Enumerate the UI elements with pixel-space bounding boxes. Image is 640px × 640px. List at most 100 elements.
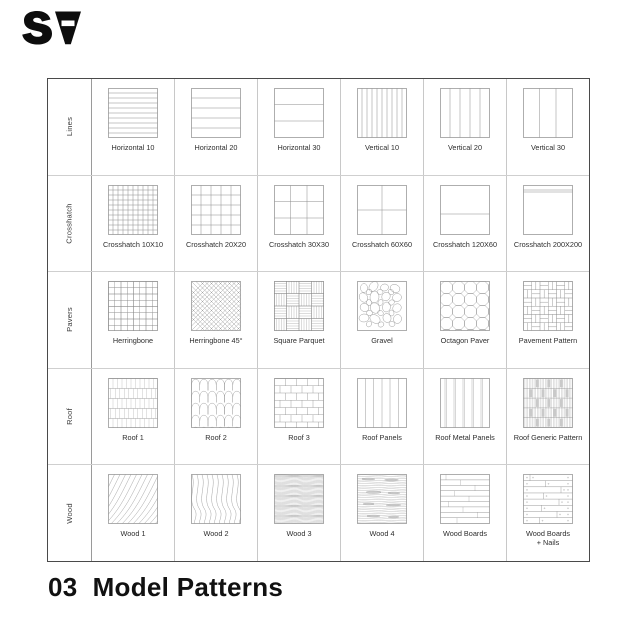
pattern-cell-horizontal-20[interactable]: Horizontal 20 <box>175 79 258 175</box>
pattern-caption: Vertical 20 <box>447 143 483 152</box>
pattern-caption: Roof Panels <box>362 432 402 442</box>
pattern-caption: Crosshatch 30X30 <box>268 239 330 249</box>
pattern-caption: Crosshatch 200X200 <box>513 239 583 249</box>
pattern-caption: Pavement Pattern <box>518 336 578 346</box>
pattern-caption: Wood 2 <box>203 529 229 539</box>
horizontal-30-swatch-icon <box>274 88 324 138</box>
crosshatch-20x20-swatch-icon <box>191 184 241 235</box>
pattern-row: Pavers Herringbone Herringbone 45° Square P… <box>48 272 589 369</box>
pattern-caption: Horizontal 30 <box>277 143 321 152</box>
pattern-caption: Crosshatch 20X20 <box>185 239 247 249</box>
pattern-cell-roof-3[interactable]: Roof 3 <box>258 368 341 465</box>
pattern-cell-herringbone-45[interactable]: Herringbone 45° <box>175 272 258 368</box>
row-cells: Roof 1 Roof 2 Roof 3 Roof Panels Roof Metal … <box>92 368 589 465</box>
wood-boards-swatch-icon <box>440 474 490 525</box>
pattern-cell-wood-1[interactable]: Wood 1 <box>92 465 175 561</box>
pavement-pattern-swatch-icon <box>523 281 573 332</box>
pattern-caption: Vertical 30 <box>530 143 566 152</box>
pattern-cell-wood-boards[interactable]: Wood Boards <box>424 465 507 561</box>
pattern-cell-wood-2[interactable]: Wood 2 <box>175 465 258 561</box>
square-parquet-swatch-icon <box>274 281 324 332</box>
pattern-cell-crosshatch-120x60[interactable]: Crosshatch 120X60 <box>424 175 507 272</box>
wood-3-swatch-icon <box>274 474 324 525</box>
pattern-cell-wood-boards-nails[interactable]: Wood Boards + Nails <box>507 465 589 561</box>
pattern-cell-octagon-paver[interactable]: Octagon Paver <box>424 272 507 368</box>
row-label-cell: Pavers <box>48 272 92 368</box>
pattern-caption: Gravel <box>371 336 393 346</box>
row-label: Lines <box>65 117 74 137</box>
sa-logo <box>18 8 138 52</box>
crosshatch-200x200-swatch-icon <box>523 184 573 235</box>
herringbone-swatch-icon <box>108 281 158 332</box>
pattern-caption: Square Parquet <box>273 336 325 346</box>
pattern-caption: Herringbone <box>112 336 154 346</box>
roof-1-swatch-icon <box>108 377 158 428</box>
row-cells: Horizontal 10 Horizontal 20 Horizontal 30 V… <box>92 79 589 175</box>
pattern-cell-herringbone[interactable]: Herringbone <box>92 272 175 368</box>
pattern-caption: Octagon Paver <box>440 336 490 346</box>
pattern-cell-gravel[interactable]: Gravel <box>341 272 424 368</box>
row-label-cell: Wood <box>48 465 92 561</box>
row-label-cell: Roof <box>48 368 92 465</box>
pattern-caption: Roof 3 <box>288 432 310 442</box>
pattern-cell-horizontal-10[interactable]: Horizontal 10 <box>92 79 175 175</box>
pattern-caption: Wood Boards + Nails <box>525 529 571 548</box>
pattern-cell-crosshatch-60x60[interactable]: Crosshatch 60X60 <box>341 175 424 272</box>
wood-4-swatch-icon <box>357 474 407 525</box>
gravel-swatch-icon <box>357 281 407 332</box>
crosshatch-120x60-swatch-icon <box>440 184 490 235</box>
row-label-cell: Crosshatch <box>48 175 92 272</box>
pattern-caption: Vertical 10 <box>364 143 400 152</box>
pattern-caption: Herringbone 45° <box>189 336 243 346</box>
pattern-cell-roof-1[interactable]: Roof 1 <box>92 368 175 465</box>
pattern-cell-crosshatch-10x10[interactable]: Crosshatch 10X10 <box>92 175 175 272</box>
pattern-cell-crosshatch-200x200[interactable]: Crosshatch 200X200 <box>507 176 589 272</box>
pattern-caption: Horizontal 20 <box>194 143 238 152</box>
pattern-cell-square-parquet[interactable]: Square Parquet <box>258 272 341 368</box>
crosshatch-60x60-swatch-icon <box>357 184 407 235</box>
crosshatch-30x30-swatch-icon <box>274 184 324 235</box>
roof-generic-pattern-swatch-icon <box>523 377 573 428</box>
pattern-caption: Crosshatch 120X60 <box>432 239 498 249</box>
roof-3-swatch-icon <box>274 377 324 428</box>
crosshatch-10x10-swatch-icon <box>108 184 158 235</box>
pattern-cell-wood-3[interactable]: Wood 3 <box>258 465 341 561</box>
pattern-sheet-page: Lines Horizontal 10 Horizontal 20 Horizonta… <box>0 0 640 640</box>
horizontal-20-swatch-icon <box>191 88 241 138</box>
roof-metal-panels-swatch-icon <box>440 377 490 428</box>
roof-2-swatch-icon <box>191 377 241 428</box>
row-cells: Crosshatch 10X10 Crosshatch 20X20 Crosshat… <box>92 175 589 272</box>
vertical-20-swatch-icon <box>440 88 490 138</box>
pattern-table: Lines Horizontal 10 Horizontal 20 Horizonta… <box>47 78 590 562</box>
pattern-cell-wood-4[interactable]: Wood 4 <box>341 465 424 561</box>
wood-boards-nails-swatch-icon <box>523 474 573 525</box>
horizontal-10-swatch-icon <box>108 88 158 138</box>
octagon-paver-swatch-icon <box>440 281 490 332</box>
pattern-cell-roof-panels[interactable]: Roof Panels <box>341 368 424 465</box>
pattern-caption: Crosshatch 60X60 <box>351 239 413 249</box>
pattern-cell-vertical-30[interactable]: Vertical 30 <box>507 79 589 175</box>
row-label-cell: Lines <box>48 79 92 175</box>
pattern-cell-roof-metal-panels[interactable]: Roof Metal Panels <box>424 368 507 465</box>
pattern-cell-vertical-10[interactable]: Vertical 10 <box>341 79 424 175</box>
pattern-cell-horizontal-30[interactable]: Horizontal 30 <box>258 79 341 175</box>
pattern-cell-crosshatch-30x30[interactable]: Crosshatch 30X30 <box>258 175 341 272</box>
pattern-cell-roof-2[interactable]: Roof 2 <box>175 368 258 465</box>
pattern-caption: Horizontal 10 <box>111 143 155 152</box>
pattern-caption: Wood Boards <box>442 529 488 539</box>
wood-1-swatch-icon <box>108 474 158 525</box>
pattern-cell-crosshatch-20x20[interactable]: Crosshatch 20X20 <box>175 175 258 272</box>
row-label: Wood <box>65 502 74 524</box>
pattern-cell-vertical-20[interactable]: Vertical 20 <box>424 79 507 175</box>
pattern-caption: Wood 3 <box>286 529 312 539</box>
pattern-row: Lines Horizontal 10 Horizontal 20 Horizonta… <box>48 79 589 176</box>
pattern-cell-roof-generic-pattern[interactable]: Roof Generic Pattern <box>507 369 589 465</box>
pattern-caption: Roof 2 <box>205 432 227 442</box>
pattern-row: Roof Roof 1 Roof 2 Roof 3 Roof Panels Roof Me… <box>48 368 589 466</box>
pattern-row: Crosshatch Crosshatch 10X10 Crosshatch 20X… <box>48 175 589 273</box>
row-cells: Herringbone Herringbone 45° Square Parquet… <box>92 272 589 368</box>
pattern-cell-pavement-pattern[interactable]: Pavement Pattern <box>507 272 589 368</box>
pattern-caption: Roof 1 <box>122 432 144 442</box>
row-cells: Wood 1 Wood 2 Wood 3 Wood 4 Wood Boards Wood … <box>92 465 589 561</box>
vertical-30-swatch-icon <box>523 88 573 138</box>
